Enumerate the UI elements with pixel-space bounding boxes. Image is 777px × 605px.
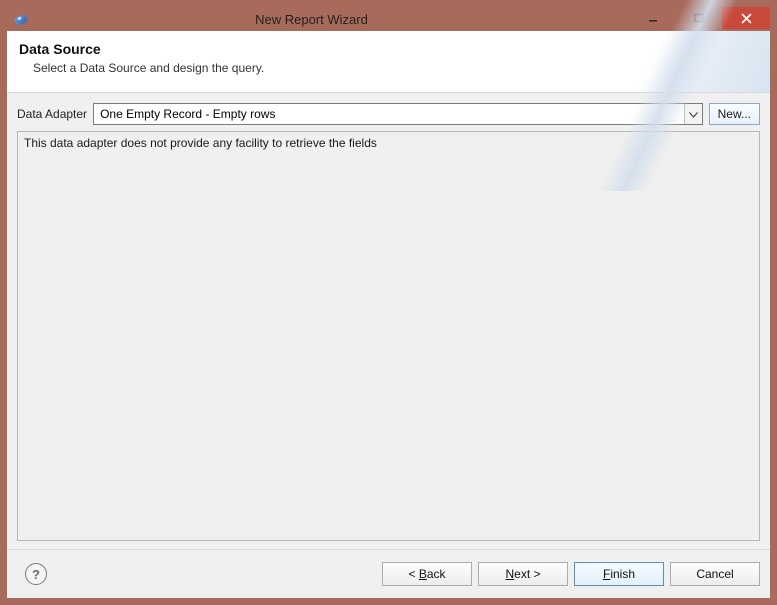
client-area: Data Source Select a Data Source and des… (7, 31, 770, 598)
new-adapter-button[interactable]: New... (709, 103, 760, 125)
banner-subtext: Select a Data Source and design the quer… (19, 61, 758, 75)
close-button[interactable] (722, 7, 770, 29)
adapter-info-message: This data adapter does not provide any f… (24, 136, 377, 150)
chevron-down-icon (689, 107, 698, 121)
data-adapter-row: Data Adapter New... (17, 103, 760, 125)
wizard-banner: Data Source Select a Data Source and des… (7, 31, 770, 93)
data-adapter-value[interactable] (94, 104, 684, 124)
title-bar: New Report Wizard (7, 7, 770, 31)
wizard-footer: ? < Back Next > Finish Cancel (7, 549, 770, 598)
maximize-button[interactable] (676, 7, 722, 29)
banner-heading: Data Source (19, 41, 758, 57)
help-button[interactable]: ? (25, 563, 47, 585)
cancel-button[interactable]: Cancel (670, 562, 760, 586)
window-title: New Report Wizard (0, 12, 630, 27)
combo-dropdown-button[interactable] (684, 104, 702, 124)
help-icon: ? (32, 567, 40, 582)
back-button[interactable]: < Back (382, 562, 472, 586)
next-button[interactable]: Next > (478, 562, 568, 586)
main-panel: Data Adapter New... This data adapter do… (7, 93, 770, 549)
caption-buttons (630, 7, 770, 31)
minimize-button[interactable] (630, 7, 676, 29)
adapter-info-panel: This data adapter does not provide any f… (17, 131, 760, 541)
data-adapter-combo[interactable] (93, 103, 703, 125)
finish-button[interactable]: Finish (574, 562, 664, 586)
data-adapter-label: Data Adapter (17, 107, 87, 121)
wizard-window: New Report Wizard Data Source Select a D… (7, 7, 770, 598)
